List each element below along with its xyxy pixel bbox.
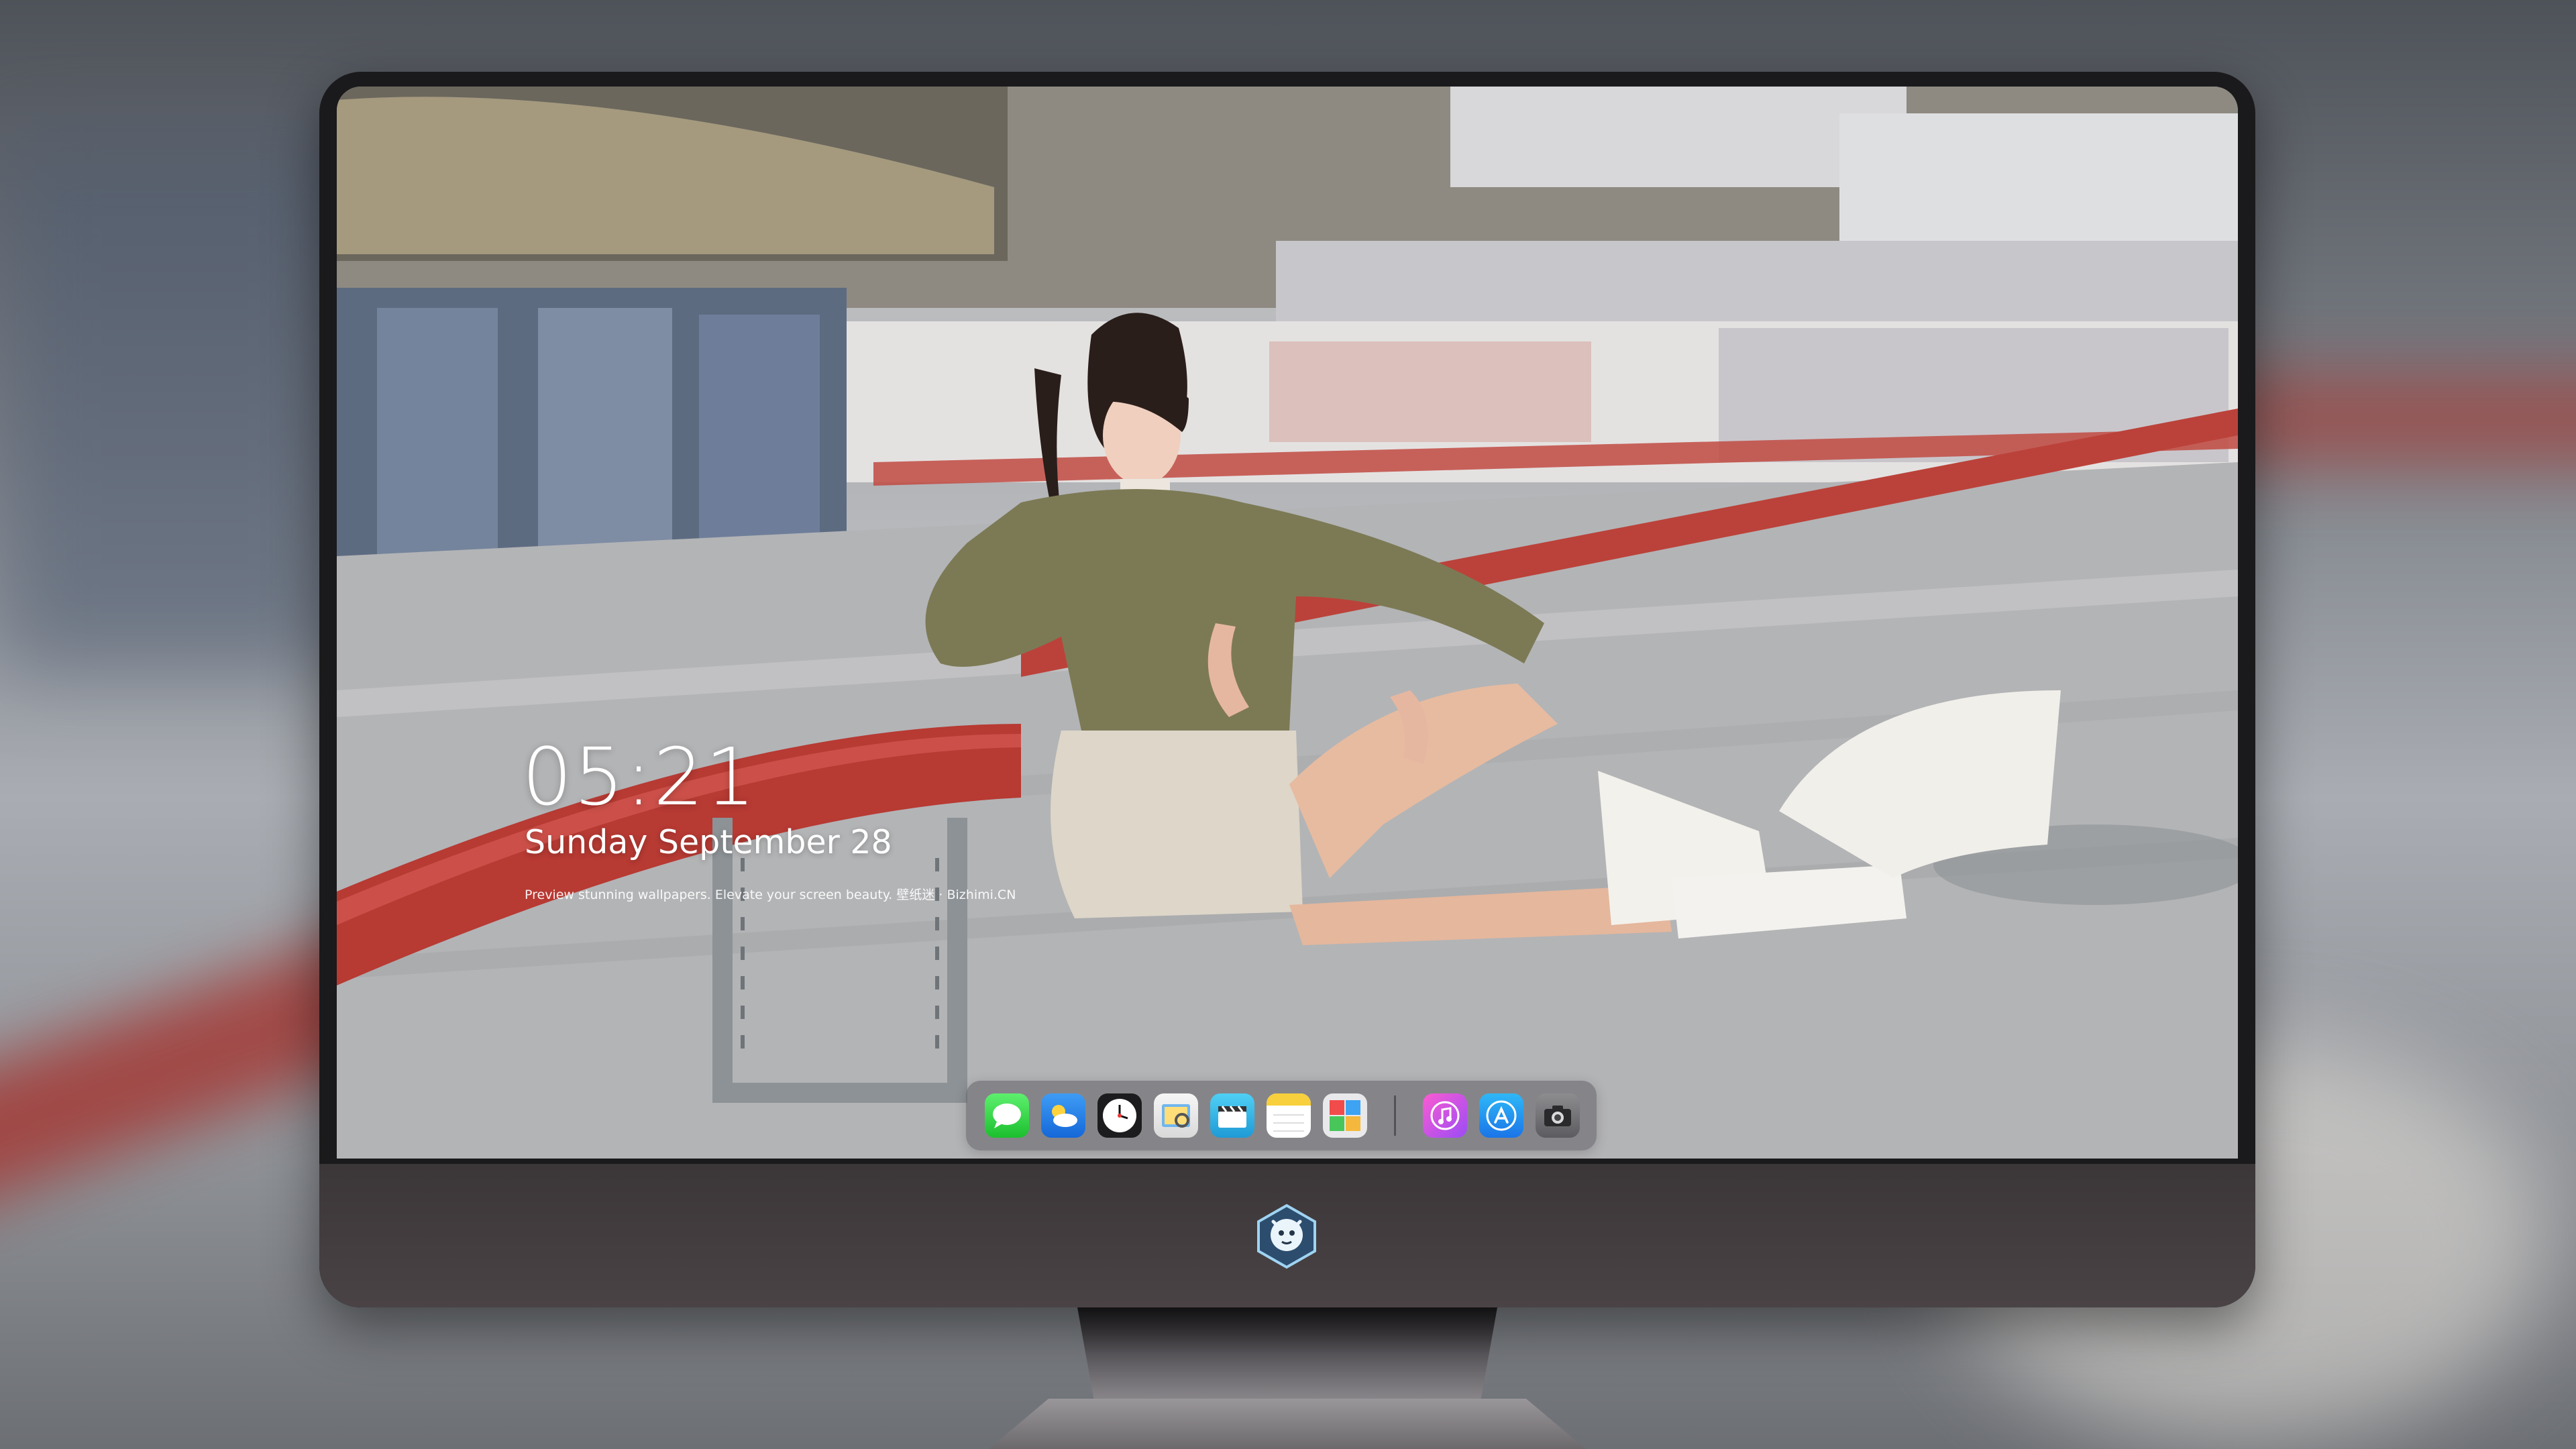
lock-screen-time: 05:21 (522, 731, 757, 823)
backdrop-red-stripe (2214, 376, 2576, 463)
wallpaper (337, 87, 2238, 1159)
weather-icon[interactable] (1041, 1093, 1085, 1138)
lock-screen-date: Sunday September 28 (525, 823, 892, 861)
clapperboard-icon[interactable] (1210, 1093, 1254, 1138)
camera-icon[interactable] (1536, 1093, 1580, 1138)
clock-icon[interactable] (1097, 1093, 1142, 1138)
app-store-icon[interactable] (1479, 1093, 1523, 1138)
music-icon[interactable] (1423, 1093, 1467, 1138)
backdrop-wall (0, 134, 349, 671)
notes-icon[interactable] (1267, 1093, 1311, 1138)
monitor: 05:21 Sunday September 28 Preview stunni… (319, 72, 2255, 1307)
lock-screen-tagline: Preview stunning wallpapers. Elevate you… (525, 888, 1016, 902)
dock-separator (1394, 1095, 1396, 1136)
monitor-stand-neck (1077, 1307, 1497, 1401)
brand-logo-icon (1252, 1201, 1322, 1271)
screen: 05:21 Sunday September 28 Preview stunni… (337, 87, 2238, 1159)
messages-icon[interactable] (985, 1093, 1029, 1138)
monitor-stand-base (989, 1399, 1586, 1449)
dock (966, 1081, 1597, 1150)
preview-icon[interactable] (1154, 1093, 1198, 1138)
photo-booth-icon[interactable] (1323, 1093, 1367, 1138)
